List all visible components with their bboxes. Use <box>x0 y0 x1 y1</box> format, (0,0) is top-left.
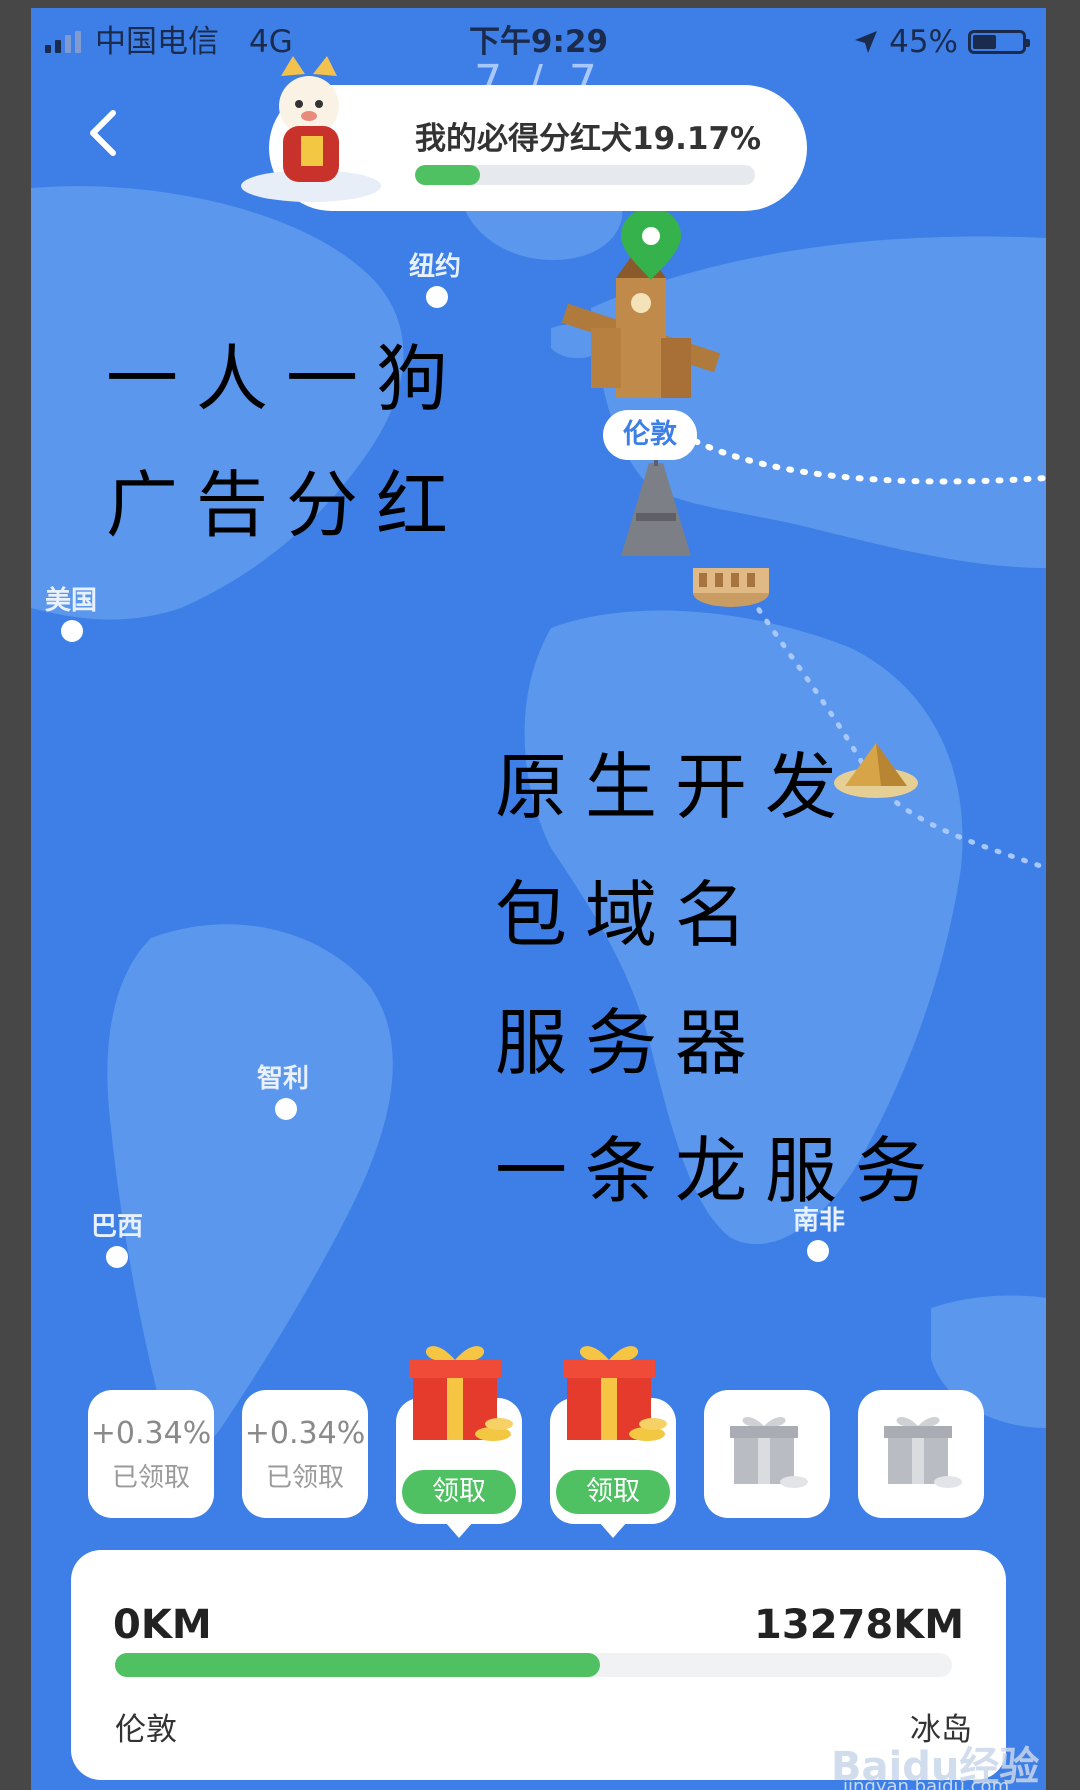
overlay-text-line-5: 服务器 <box>495 1001 766 1085</box>
overlay-text-line-2: 广告分红 <box>106 463 467 547</box>
app-screen: 中国电信 4G 下午9:29 45% 7 / 7 我的必得分红犬19.17% 纽… <box>31 8 1046 1790</box>
start-place: 伦敦 <box>115 1712 177 1748</box>
reward-status: 已领取 <box>265 1463 344 1493</box>
reward-status: 已领取 <box>111 1463 190 1493</box>
card-pointer <box>445 1522 473 1538</box>
card-pointer <box>599 1522 627 1538</box>
city-label-new-york: 纽约 <box>409 252 462 282</box>
reward-card-claimed: +0.34% 已领取 <box>88 1390 214 1518</box>
overlay-text-line-3: 原生开发 <box>495 745 856 829</box>
overlay-text-line-4: 包域名 <box>495 873 766 957</box>
claim-button[interactable]: 领取 <box>556 1470 670 1514</box>
dog-mascot-icon <box>241 56 381 202</box>
city-dot-chile[interactable] <box>275 1098 297 1120</box>
overlay-text-line-6: 一条龙服务 <box>495 1129 946 1213</box>
gift-box-icon <box>409 1346 513 1441</box>
reward-card-claimable[interactable]: 领取 <box>396 1346 522 1538</box>
city-dot-new-york[interactable] <box>426 286 448 308</box>
claim-button[interactable]: 领取 <box>402 1470 516 1514</box>
colosseum-icon <box>693 568 769 607</box>
gift-grey-icon <box>884 1417 962 1488</box>
reward-value: +0.34% <box>244 1416 366 1451</box>
start-distance: 0KM <box>113 1602 212 1648</box>
dividend-title: 我的必得分红犬19.17% <box>415 121 762 157</box>
total-distance: 13278KM <box>754 1602 964 1648</box>
reward-card-locked <box>704 1390 830 1518</box>
city-label-chile: 智利 <box>257 1064 310 1094</box>
reward-card-claimed: +0.34% 已领取 <box>242 1390 368 1518</box>
city-dot-usa[interactable] <box>61 620 83 642</box>
route-progress-fill <box>115 1653 601 1677</box>
route-progress-bar <box>115 1653 952 1677</box>
reward-card-claimable[interactable]: 领取 <box>550 1346 676 1538</box>
gift-box-icon <box>563 1346 667 1441</box>
city-dot-brazil[interactable] <box>106 1246 128 1268</box>
reward-value: +0.34% <box>90 1416 212 1451</box>
battery-icon <box>968 30 1030 54</box>
current-city-tag: 伦敦 <box>603 410 697 460</box>
city-label-usa: 美国 <box>45 586 98 616</box>
reward-card-locked <box>858 1390 984 1518</box>
watermark-url: jingyan.baidu.com <box>843 1776 1010 1790</box>
dividend-progress-fill <box>415 165 481 185</box>
back-button[interactable] <box>75 103 135 163</box>
city-dot-south-africa[interactable] <box>807 1240 829 1262</box>
city-label-brazil: 巴西 <box>91 1212 144 1242</box>
location-arrow-icon <box>855 31 878 53</box>
gift-grey-icon <box>730 1417 808 1488</box>
overlay-text-line-1: 一人一狗 <box>106 337 467 421</box>
dividend-progress <box>415 165 755 185</box>
